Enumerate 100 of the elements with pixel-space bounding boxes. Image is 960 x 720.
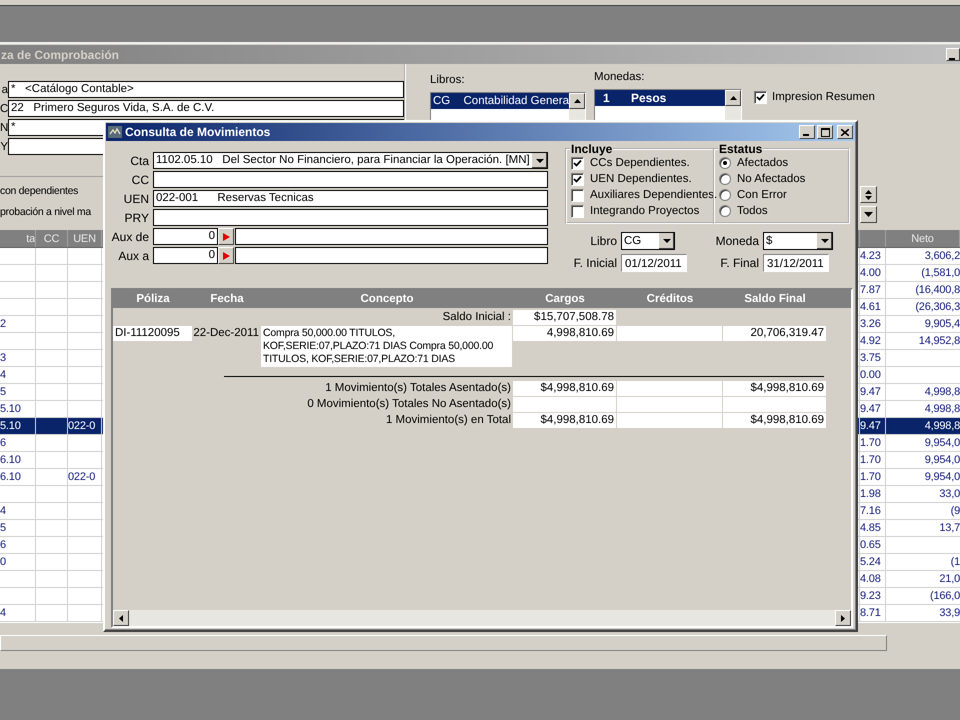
- table-cell-text: 4,998,8: [924, 419, 960, 434]
- horizontal-scrollbar[interactable]: [113, 610, 851, 626]
- table-cell-text: (26,306,3: [914, 300, 960, 315]
- option-label: con dependientes: [0, 185, 78, 197]
- list-item[interactable]: 1 Pesos: [595, 90, 725, 106]
- table-cell: 7.16: [860, 503, 886, 519]
- radio-label: Con Error: [737, 189, 787, 201]
- table-cell-text: 33,0: [938, 487, 960, 502]
- book-dropdown[interactable]: CG: [621, 232, 675, 250]
- checkbox-label: Auxiliares Dependientes.: [590, 189, 718, 201]
- input-field[interactable]: 0: [153, 247, 218, 264]
- column-header: ta: [0, 230, 36, 247]
- caret-icon: [820, 239, 828, 243]
- input-field[interactable]: * <Catálogo Contable>: [8, 81, 404, 98]
- checkbox-label: UEN Dependientes.: [590, 173, 692, 185]
- table-cell: Compra 50,000.00 TITULOS, KOF,SERIE:07,PLAZO:71 DIAS Compra 50,000.00 TITULOS, KOF,SERIE:07,PLAZO:71 DIAS: [261, 326, 512, 367]
- table-cell: 4: [0, 367, 36, 383]
- scroll-up-button[interactable]: [569, 93, 585, 109]
- right-arrow-icon: [841, 614, 845, 622]
- table-cell: 5.10: [0, 401, 36, 417]
- table-cell: 4.92: [860, 333, 886, 349]
- table-cell-text: 4,998,8: [924, 402, 960, 417]
- field-label: F. Inicial: [572, 256, 617, 270]
- up-arrow-icon: [730, 96, 736, 100]
- field-label: C: [0, 102, 8, 114]
- caret-icon: [864, 212, 873, 217]
- checkbox[interactable]: [571, 156, 584, 170]
- field-label: Aux de: [111, 230, 149, 244]
- column-header: Neto: [886, 230, 960, 247]
- list-label: Libros:: [430, 74, 466, 87]
- list-item[interactable]: CG Contabilidad Genera: [431, 93, 569, 109]
- field-label: Aux a: [117, 248, 149, 262]
- row-label: Saldo Inicial :: [442, 310, 512, 325]
- checkbox-label: Impresion Resumen: [772, 91, 875, 103]
- input-field[interactable]: 022-001 Reservas Tecnicas: [153, 190, 548, 207]
- field-label: CC: [130, 172, 149, 186]
- input-field[interactable]: 0: [153, 228, 218, 245]
- dropdown-button[interactable]: [860, 206, 877, 223]
- checkbox[interactable]: [754, 91, 767, 104]
- table-cell: 20,706,319.47: [723, 326, 826, 341]
- arrow-button[interactable]: [218, 247, 234, 264]
- table-cell-text: 13,7: [938, 521, 960, 536]
- table-cell: 4.23: [860, 248, 886, 264]
- table-cell: $4,998,810.69: [513, 413, 616, 428]
- radio-button[interactable]: [719, 189, 731, 201]
- table-cell: 4.61: [860, 299, 886, 315]
- field-label: a: [0, 84, 8, 96]
- date-field[interactable]: 01/12/2011: [621, 254, 687, 272]
- input-field[interactable]: [153, 209, 548, 226]
- table-cell: 6.10: [0, 452, 36, 468]
- radio-button[interactable]: [719, 205, 731, 217]
- account-dropdown[interactable]: 1102.05.10 Del Sector No Financiero, para Financiar la Operación. [MN]: [153, 152, 548, 169]
- table-cell: 4,998,810.69: [513, 326, 616, 341]
- minimize-button[interactable]: [799, 125, 815, 139]
- input-field[interactable]: [235, 247, 548, 264]
- table-cell: $15,707,508.78: [513, 310, 616, 325]
- input-field[interactable]: 22 Primero Seguros Vida, S.A. de C.V.: [8, 100, 404, 117]
- table-cell-text: 21,0: [938, 572, 960, 587]
- table-cell-text: 3,606,2: [924, 249, 960, 264]
- row-label: 1 Movimiento(s) Totales Asentado(s): [324, 381, 512, 396]
- horizontal-scrollbar[interactable]: [0, 635, 887, 651]
- row-label: 0 Movimiento(s) Totales No Asentado(s): [306, 397, 512, 412]
- close-button[interactable]: [837, 125, 853, 139]
- table-cell: 022-0: [68, 469, 102, 485]
- table-cell: 022-0: [68, 418, 102, 434]
- triangle-icon: [222, 232, 230, 240]
- table-cell: 0.65: [860, 537, 886, 553]
- table-cell: 9.47: [860, 401, 886, 417]
- radio-label: Afectados: [737, 157, 788, 169]
- maximize-button[interactable]: [817, 125, 833, 139]
- triangle-icon: [222, 252, 230, 260]
- scroll-up-button[interactable]: [725, 90, 741, 106]
- field-label: Moneda: [715, 234, 759, 248]
- checkbox-label: CCs Dependientes.: [590, 157, 690, 169]
- spinner[interactable]: [860, 186, 877, 203]
- date-field[interactable]: 31/12/2011: [763, 254, 829, 272]
- table-cell: 8.71: [860, 605, 886, 621]
- option-label: probación a nivel ma: [0, 206, 91, 218]
- table-cell: 9.23: [860, 588, 886, 604]
- up-arrow-icon: [574, 99, 580, 103]
- table-cell-text: 22-Dec-2011: [193, 326, 260, 341]
- radio-button[interactable]: [719, 157, 731, 169]
- minimize-button[interactable]: [946, 48, 960, 61]
- table-cell: 5: [0, 384, 36, 400]
- checkbox[interactable]: [571, 204, 584, 218]
- table-cell: 4.85: [860, 520, 886, 536]
- table-cell-text: (16,400,8: [914, 283, 960, 298]
- input-field[interactable]: [153, 171, 548, 188]
- radio-button[interactable]: [719, 173, 731, 185]
- caret-icon: [662, 239, 670, 243]
- table-cell-text: 14,952,8: [918, 334, 960, 349]
- dialog-title: Consulta de Movimientos: [125, 125, 270, 139]
- checkbox[interactable]: [571, 188, 584, 202]
- arrow-button[interactable]: [218, 228, 234, 245]
- field-label: Cta: [129, 154, 149, 168]
- input-field[interactable]: [235, 228, 548, 245]
- app-icon: [108, 126, 122, 138]
- checkbox[interactable]: [571, 172, 584, 186]
- currency-dropdown[interactable]: $: [763, 232, 833, 250]
- table-cell: DI-11120095: [113, 326, 192, 341]
